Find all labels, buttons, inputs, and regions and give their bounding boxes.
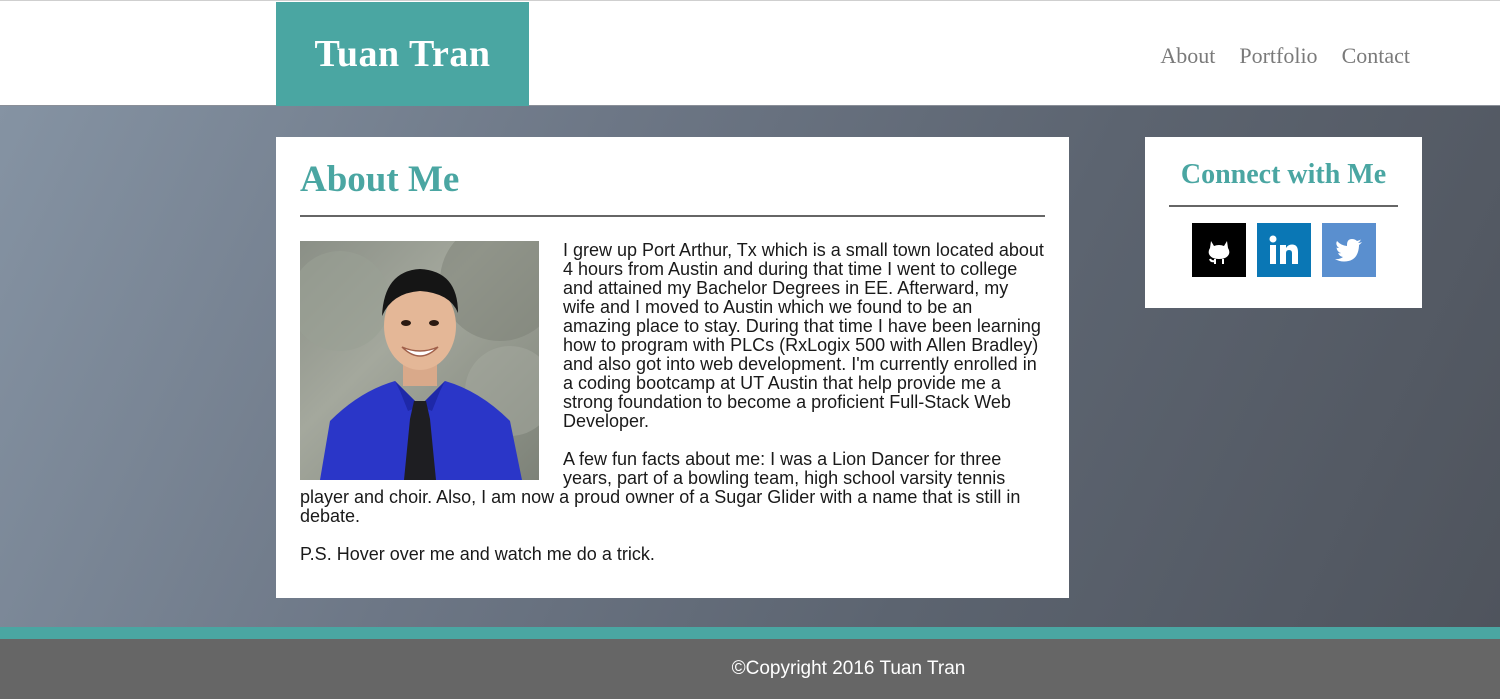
linkedin-button[interactable] (1256, 223, 1311, 277)
connect-card: Connect with Me (1145, 137, 1422, 308)
profile-photo[interactable] (300, 241, 539, 480)
site-title[interactable]: Tuan Tran (315, 32, 491, 76)
brand-block[interactable]: Tuan Tran (276, 2, 529, 106)
copyright-text: ©Copyright 2016 Tuan Tran (731, 658, 966, 679)
nav-about-link[interactable]: About (1160, 43, 1215, 69)
nav-portfolio-link[interactable]: Portfolio (1239, 43, 1317, 69)
connect-divider (1169, 205, 1398, 207)
linkedin-icon (1269, 235, 1298, 264)
twitter-button[interactable] (1321, 223, 1376, 277)
connect-title: Connect with Me (1180, 159, 1387, 190)
about-content: I grew up Port Arthur, Tx which is a sma… (300, 241, 1045, 564)
github-button[interactable] (1191, 223, 1246, 277)
site-footer: ©Copyright 2016 Tuan Tran (0, 639, 1500, 699)
site-header: Tuan Tran About Portfolio Contact (0, 0, 1500, 106)
main-nav: About Portfolio Contact (1160, 43, 1410, 69)
footer-accent-stripe (0, 627, 1500, 639)
nav-contact-link[interactable]: Contact (1342, 43, 1410, 69)
twitter-icon (1334, 239, 1362, 262)
github-icon (1208, 241, 1229, 264)
social-links (1169, 223, 1398, 277)
about-title: About Me (300, 159, 460, 200)
about-card: About Me I grew up Port Arthur, Tx which… (276, 137, 1069, 598)
about-divider (300, 215, 1045, 217)
about-paragraph-3: P.S. Hover over me and watch me do a tri… (300, 544, 655, 564)
profile-photo-illustration (300, 241, 539, 480)
